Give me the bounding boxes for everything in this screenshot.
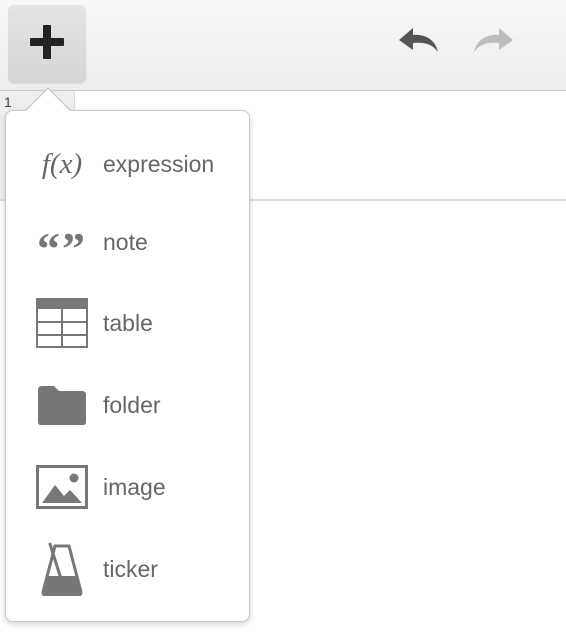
menu-item-label: ticker — [103, 555, 158, 582]
menu-item-folder[interactable]: folder — [6, 364, 249, 446]
quote-icon: “” — [37, 223, 87, 274]
menu-item-ticker[interactable]: ticker — [6, 528, 249, 610]
plus-icon — [27, 22, 67, 67]
menu-item-note[interactable]: “” note — [6, 201, 249, 283]
menu-item-expression[interactable]: f(x) expression — [6, 123, 249, 205]
redo-icon — [471, 24, 517, 61]
undo-icon — [395, 24, 441, 61]
menu-item-label: expression — [103, 150, 215, 177]
redo-button[interactable] — [466, 20, 522, 64]
menu-item-label: table — [103, 309, 153, 336]
table-icon — [34, 295, 90, 351]
add-item-menu: f(x) expression “” note table folder ima… — [5, 110, 250, 622]
row-index-label: 1 — [4, 94, 12, 110]
menu-item-label: note — [103, 228, 148, 255]
menu-item-table[interactable]: table — [6, 282, 249, 364]
undo-button[interactable] — [390, 20, 446, 64]
add-item-button[interactable] — [8, 5, 86, 83]
metronome-icon — [34, 541, 90, 597]
image-icon — [34, 459, 90, 515]
menu-pointer-fill — [25, 89, 71, 112]
function-icon: f(x) — [41, 147, 83, 180]
menu-item-label: folder — [103, 391, 161, 418]
menu-item-image[interactable]: image — [6, 446, 249, 528]
menu-item-label: image — [103, 473, 166, 500]
toolbar — [0, 0, 566, 91]
folder-icon — [34, 377, 90, 433]
